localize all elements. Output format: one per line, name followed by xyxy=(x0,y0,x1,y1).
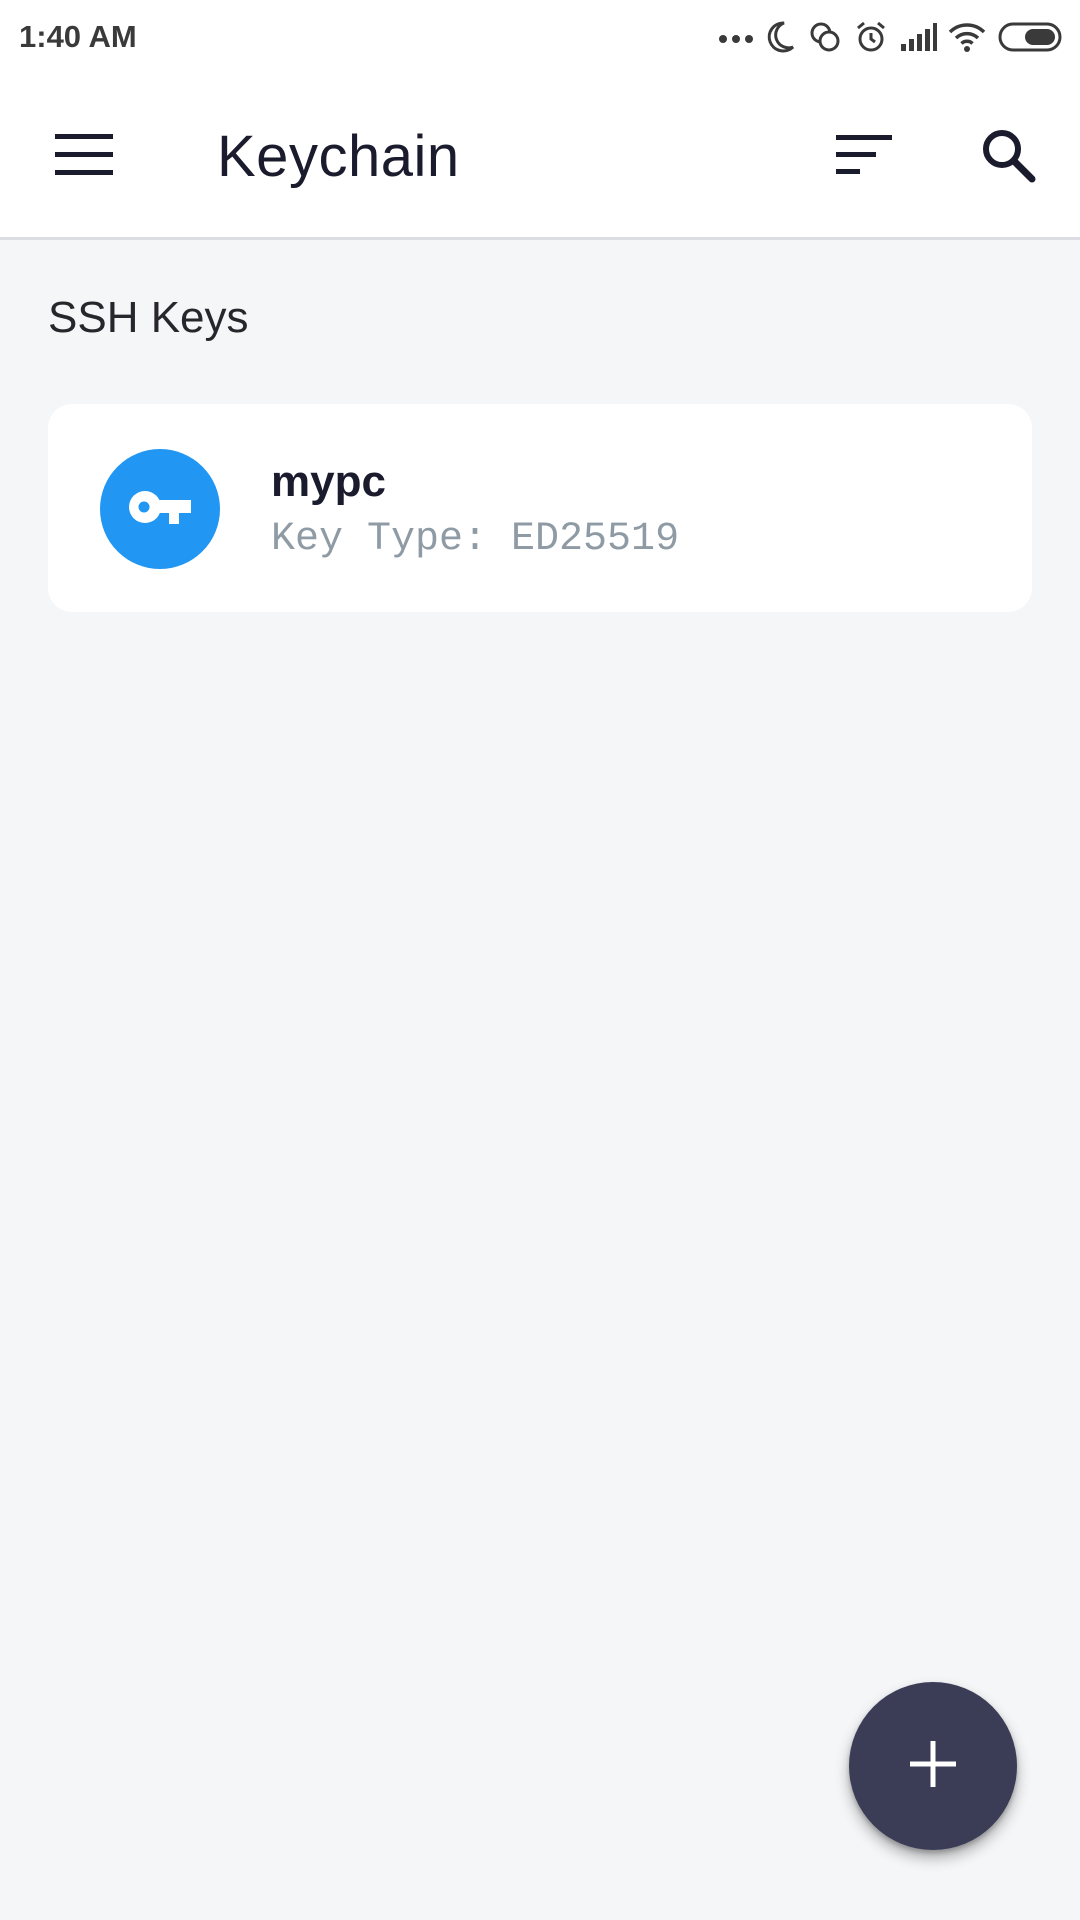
search-icon xyxy=(980,127,1036,188)
sort-button[interactable] xyxy=(816,109,912,205)
key-icon xyxy=(127,487,193,532)
key-type-label: Key Type: ED25519 xyxy=(271,517,680,562)
sync-icon xyxy=(808,20,842,54)
more-dots-icon xyxy=(718,30,754,44)
menu-icon xyxy=(55,133,113,181)
signal-icon xyxy=(900,22,938,52)
section-title: SSH Keys xyxy=(48,293,249,342)
plus-icon xyxy=(910,1740,956,1792)
sort-icon xyxy=(836,134,892,180)
search-button[interactable] xyxy=(960,109,1056,205)
moon-icon xyxy=(764,19,796,55)
battery-icon xyxy=(998,21,1064,53)
key-avatar xyxy=(100,449,220,569)
wifi-icon xyxy=(948,21,986,53)
menu-button[interactable] xyxy=(36,109,132,205)
status-icons xyxy=(718,14,1064,60)
key-name: mypc xyxy=(271,457,386,506)
page-title: Keychain xyxy=(217,124,460,189)
alarm-icon xyxy=(854,20,888,54)
app-bar: Keychain xyxy=(0,74,1080,240)
status-bar: 1:40 AM xyxy=(0,0,1080,74)
add-key-button[interactable] xyxy=(849,1682,1017,1850)
key-card[interactable]: mypc Key Type: ED25519 xyxy=(48,404,1032,612)
status-time: 1:40 AM xyxy=(19,19,137,54)
